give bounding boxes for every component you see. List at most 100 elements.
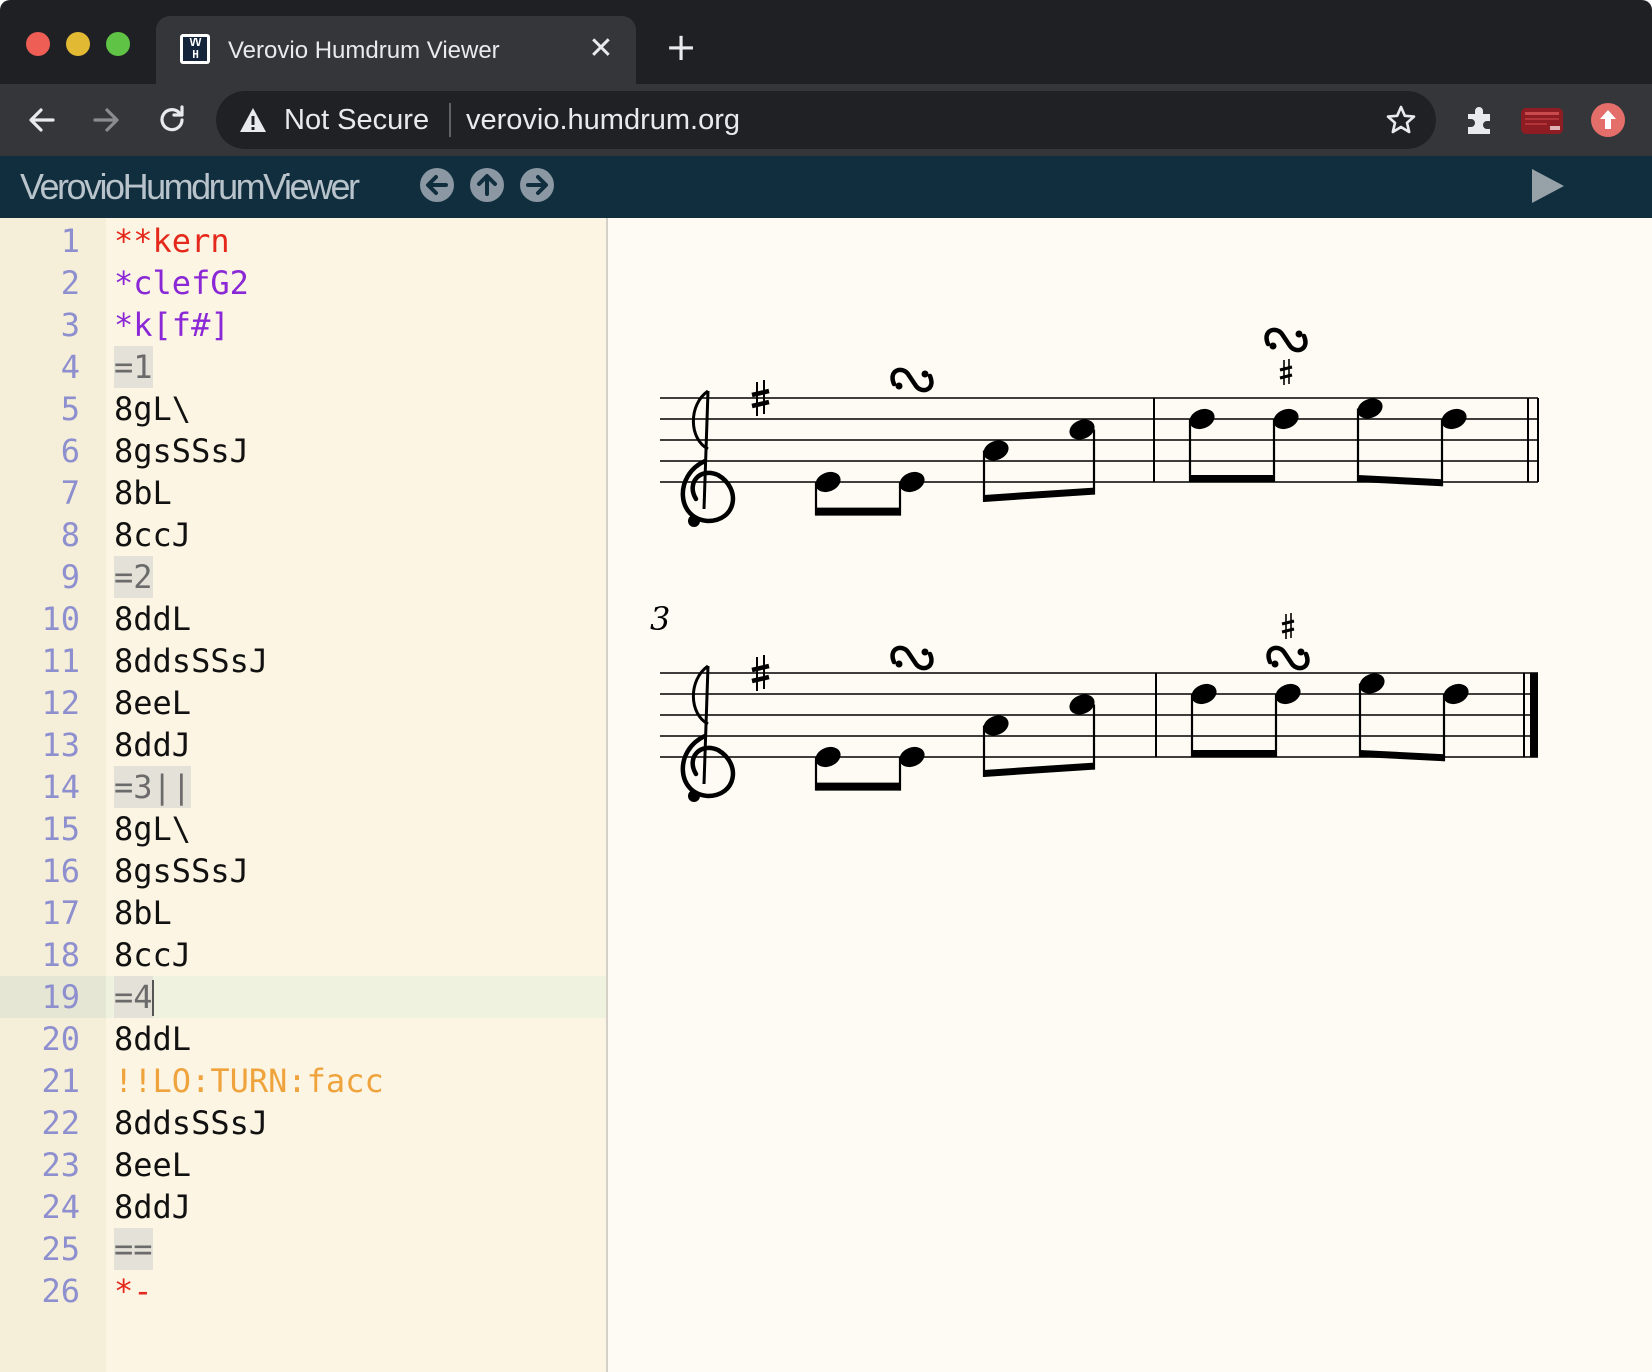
editor-line[interactable]: 4 =1 [0,346,606,388]
line-text[interactable]: 8gL\ [114,808,191,850]
line-text[interactable]: =3|| [114,766,192,808]
editor-line[interactable]: 26 *- [0,1270,606,1312]
line-text[interactable]: =4 [114,976,153,1018]
line-text[interactable]: == [114,1228,153,1270]
editor-line[interactable]: 18 8ccJ [0,934,606,976]
back-arrow-icon [29,108,55,132]
humdrum-editor[interactable]: 1 **kern 2 *clefG2 3 *k[f#] 4 =1 5 8gL\ 6 8gsSSsJ 7 8… [0,218,608,1372]
editor-line[interactable]: 8 8ccJ [0,514,606,556]
line-text[interactable]: =1 [114,346,153,388]
line-text[interactable]: =2 [114,556,153,598]
browser-tab[interactable]: VV H Verovio Humdrum Viewer ✕ [156,16,636,84]
treble-clef [683,666,733,802]
editor-line[interactable]: 11 8ddsSSsJ [0,640,606,682]
editor-line[interactable]: 3 *k[f#] [0,304,606,346]
maximize-window-button[interactable] [106,32,130,56]
back-button[interactable] [20,98,64,142]
editor-line[interactable]: 20 8ddL [0,1018,606,1060]
line-text[interactable]: 8ddJ [114,724,191,766]
beam [816,782,900,791]
line-text[interactable]: *clefG2 [114,262,249,304]
address-bar[interactable]: Not Secure verovio.humdrum.org [216,91,1436,149]
tab-title: Verovio Humdrum Viewer [228,37,500,64]
editor-line[interactable]: 22 8ddsSSsJ [0,1102,606,1144]
line-number: 19 [0,976,106,1018]
close-window-button[interactable] [26,32,50,56]
line-text[interactable]: *k[f#] [114,304,230,346]
editor-line[interactable]: 16 8gsSSsJ [0,850,606,892]
turn-ornament [893,648,932,668]
line-number: 11 [41,642,80,680]
line-text[interactable]: 8ddL [114,1018,191,1060]
previous-work-button[interactable] [418,166,456,204]
url-text[interactable]: verovio.humdrum.org [466,104,740,136]
editor-line[interactable]: 23 8eeL [0,1144,606,1186]
editor-line[interactable]: 9 =2 [0,556,606,598]
editor-line[interactable]: 15 8gL\ [0,808,606,850]
line-text[interactable]: 8ddJ [114,1186,191,1228]
line-text[interactable]: 8ddL [114,598,191,640]
line-text[interactable]: 8ccJ [114,514,191,556]
forward-arrow-icon [93,108,119,132]
new-tab-button[interactable]: + [664,28,698,66]
editor-line[interactable]: 24 8ddJ [0,1186,606,1228]
line-text[interactable]: 8ddsSSsJ [114,640,268,682]
music-score[interactable]: 3 [608,218,1652,1372]
minimize-window-button[interactable] [66,32,90,56]
app-title[interactable]: VerovioHumdrumViewer [20,166,360,208]
extension-thumbnail-icon [1521,108,1563,134]
line-number: 4 [60,348,80,386]
security-label[interactable]: Not Secure [284,104,429,136]
line-text[interactable]: 8gsSSsJ [114,850,249,892]
editor-line[interactable]: 14 =3|| [0,766,606,808]
next-work-button[interactable] [518,166,556,204]
editor-line[interactable]: 10 8ddL [0,598,606,640]
editor-line[interactable]: 5 8gL\ [0,388,606,430]
extension-thumbnail-button[interactable] [1520,98,1564,142]
line-text[interactable]: 8gL\ [114,388,191,430]
browser-window: VV H Verovio Humdrum Viewer ✕ + Not Secur… [0,0,1652,1372]
line-number: 25 [41,1230,80,1268]
close-tab-icon[interactable]: ✕ [586,34,616,64]
editor-line[interactable]: 12 8eeL [0,682,606,724]
line-text[interactable]: 8ccJ [114,934,191,976]
beam [984,762,1094,777]
beam [1358,475,1442,487]
editor-line[interactable]: 7 8bL [0,472,606,514]
editor-line[interactable]: 17 8bL [0,892,606,934]
final-barline-thick [1530,673,1538,757]
line-text[interactable]: 8ddsSSsJ [114,1102,268,1144]
line-number: 9 [60,558,80,596]
line-number: 18 [41,936,80,974]
play-button[interactable] [1528,166,1568,206]
line-text[interactable]: 8eeL [114,682,191,724]
warning-icon[interactable] [238,105,268,135]
staff-system [660,330,1539,527]
forward-button[interactable] [84,98,128,142]
notation-panel[interactable]: 3 [608,218,1652,1372]
line-text[interactable]: **kern [114,220,230,262]
line-number: 6 [60,432,80,470]
bookmark-star-icon[interactable] [1384,103,1418,137]
editor-line[interactable]: 19 =4 [0,976,606,1018]
profile-button[interactable] [1586,98,1630,142]
editor-line[interactable]: 21 !!LO:TURN:facc [0,1060,606,1102]
line-text[interactable]: *- [114,1270,153,1312]
line-text[interactable]: 8eeL [114,1144,191,1186]
ornament-accidental [1280,611,1296,641]
editor-line[interactable]: 13 8ddJ [0,724,606,766]
line-text[interactable]: 8gsSSsJ [114,430,249,472]
editor-line[interactable]: 6 8gsSSsJ [0,430,606,472]
reload-button[interactable] [150,98,194,142]
editor-line[interactable]: 25 == [0,1228,606,1270]
browser-toolbar: Not Secure verovio.humdrum.org [0,84,1652,156]
extensions-button[interactable] [1458,98,1502,142]
parent-directory-button[interactable] [468,166,506,204]
line-text[interactable]: !!LO:TURN:facc [114,1060,384,1102]
editor-line[interactable]: 2 *clefG2 [0,262,606,304]
editor-line[interactable]: 1 **kern [0,220,606,262]
measure-number: 3 [650,600,670,638]
tab-strip: VV H Verovio Humdrum Viewer ✕ + [0,0,1652,84]
line-text[interactable]: 8bL [114,472,172,514]
line-text[interactable]: 8bL [114,892,172,934]
